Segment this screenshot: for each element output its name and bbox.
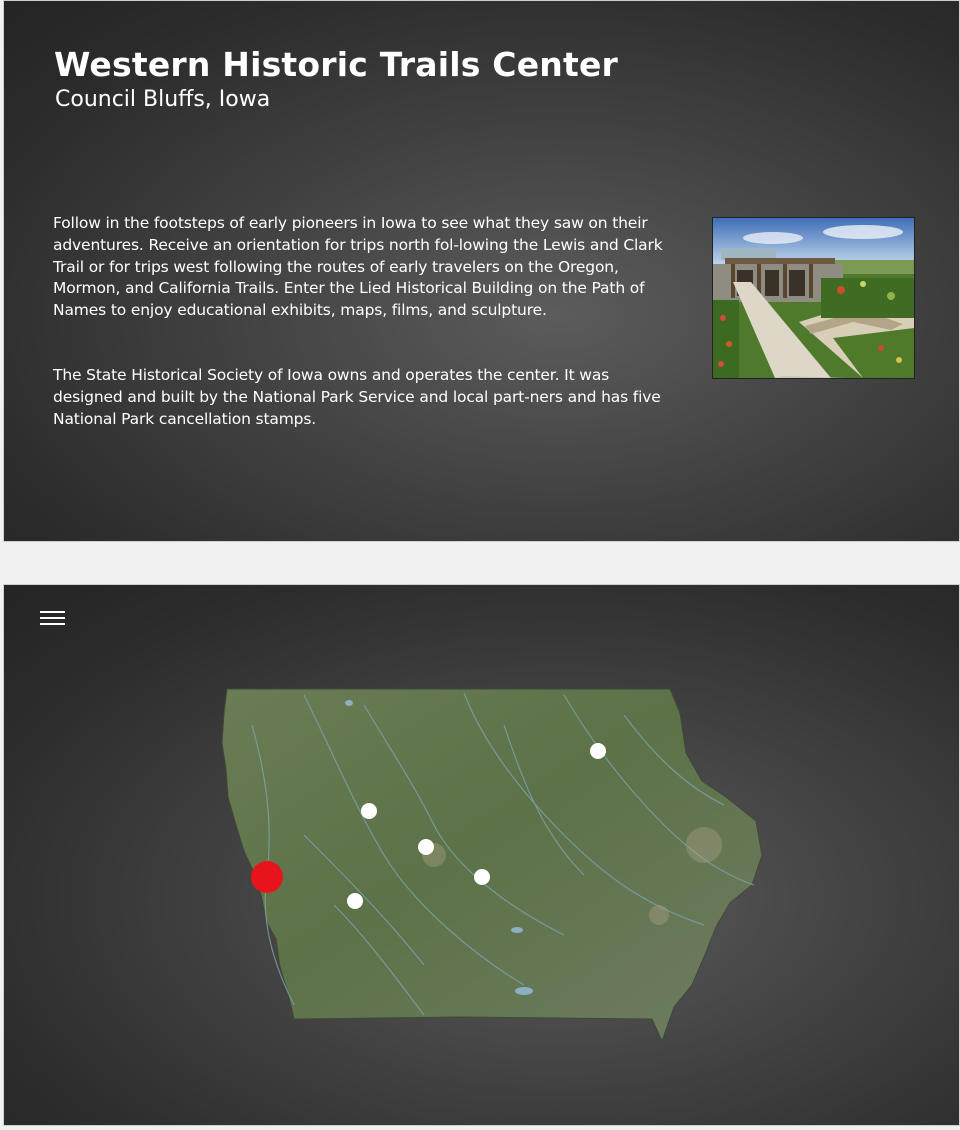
site-photo-image	[713, 218, 914, 378]
site-description: Follow in the footsteps of early pioneer…	[53, 214, 663, 320]
map-marker[interactable]	[361, 803, 377, 819]
map-marker[interactable]	[347, 893, 363, 909]
site-photo	[712, 217, 915, 379]
site-title: Western Historic Trails Center	[54, 45, 619, 84]
map-marker[interactable]	[474, 869, 490, 885]
map-panel	[3, 584, 960, 1126]
map-marker[interactable]	[418, 839, 434, 855]
map-marker-selected[interactable]	[251, 861, 283, 893]
site-info-panel: Western Historic Trails Center Council B…	[3, 0, 960, 542]
iowa-state-map	[221, 688, 763, 1043]
site-ownership-text: The State Historical Society of Iowa own…	[53, 366, 661, 428]
map-marker[interactable]	[590, 743, 606, 759]
site-location: Council Bluffs, Iowa	[55, 87, 271, 112]
iowa-map	[221, 688, 763, 1043]
